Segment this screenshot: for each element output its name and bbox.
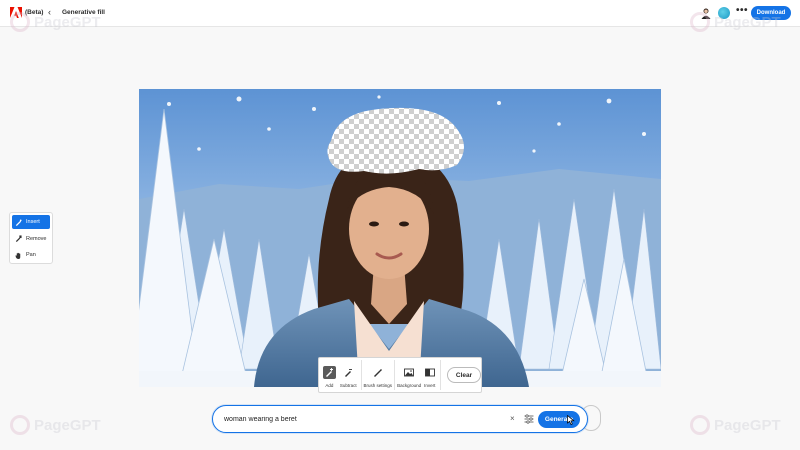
brush-icon <box>374 369 383 377</box>
watermark-logo: PageGPT <box>690 12 781 32</box>
remove-brush-icon <box>15 235 22 242</box>
watermark-circle-icon <box>690 415 710 435</box>
divider <box>360 360 362 390</box>
divider <box>440 360 442 390</box>
pan-tool[interactable]: Pan <box>12 248 50 262</box>
watermark-text: PageGPT <box>34 13 101 31</box>
image-background-icon <box>404 368 415 377</box>
insert-tool[interactable]: Insert <box>12 215 50 229</box>
background-label: Background <box>397 383 422 388</box>
settings-sliders-icon[interactable] <box>524 414 534 424</box>
clear-prompt-icon[interactable]: × <box>510 414 515 423</box>
watermark-circle-icon <box>10 12 30 32</box>
top-bar: (Beta) ‹ Generative fill ••• Download <box>0 0 800 27</box>
hand-icon <box>15 252 21 259</box>
watermark-circle-icon <box>10 415 30 435</box>
invert-selection-icon <box>424 368 435 377</box>
watermark-logo: PageGPT <box>10 415 101 435</box>
brush-settings-button[interactable]: Brush settings <box>363 359 392 391</box>
watermark-logo: PageGPT <box>10 12 101 32</box>
remove-tool-label: Remove <box>26 235 47 242</box>
invert-button[interactable]: Invert <box>421 359 438 391</box>
subtract-label: Subtract <box>339 383 357 388</box>
add-brush-icon <box>325 368 333 377</box>
canvas-image <box>139 89 661 387</box>
divider <box>393 360 395 390</box>
watermark-text: PageGPT <box>714 13 781 31</box>
background-button[interactable]: Background <box>397 359 421 391</box>
clear-button[interactable]: Clear <box>447 367 481 383</box>
watermark-text: PageGPT <box>34 416 101 434</box>
insert-brush-icon <box>15 218 22 226</box>
pan-tool-label: Pan <box>26 252 36 258</box>
watermark-circle-icon <box>690 12 710 32</box>
brush-toolbar: Add Subtract Brush settings Background I… <box>318 357 482 393</box>
prompt-input[interactable] <box>224 413 494 426</box>
add-label: Add <box>325 383 334 388</box>
image-canvas[interactable] <box>139 89 661 387</box>
remove-tool[interactable]: Remove <box>12 232 50 246</box>
insert-tool-label: Insert <box>26 219 40 225</box>
watermark-logo: PageGPT <box>690 415 781 435</box>
watermark-text: PageGPT <box>714 416 781 434</box>
add-brush-button[interactable]: Add <box>321 359 338 391</box>
subtract-brush-button[interactable]: Subtract <box>338 359 359 391</box>
tool-panel: Insert Remove Pan <box>9 212 53 264</box>
brush-settings-label: Brush settings <box>363 383 392 388</box>
prompt-bar: × Generate <box>212 405 588 433</box>
mouse-cursor-icon <box>567 415 575 425</box>
subtract-brush-icon <box>344 369 352 377</box>
invert-label: Invert <box>424 383 436 388</box>
